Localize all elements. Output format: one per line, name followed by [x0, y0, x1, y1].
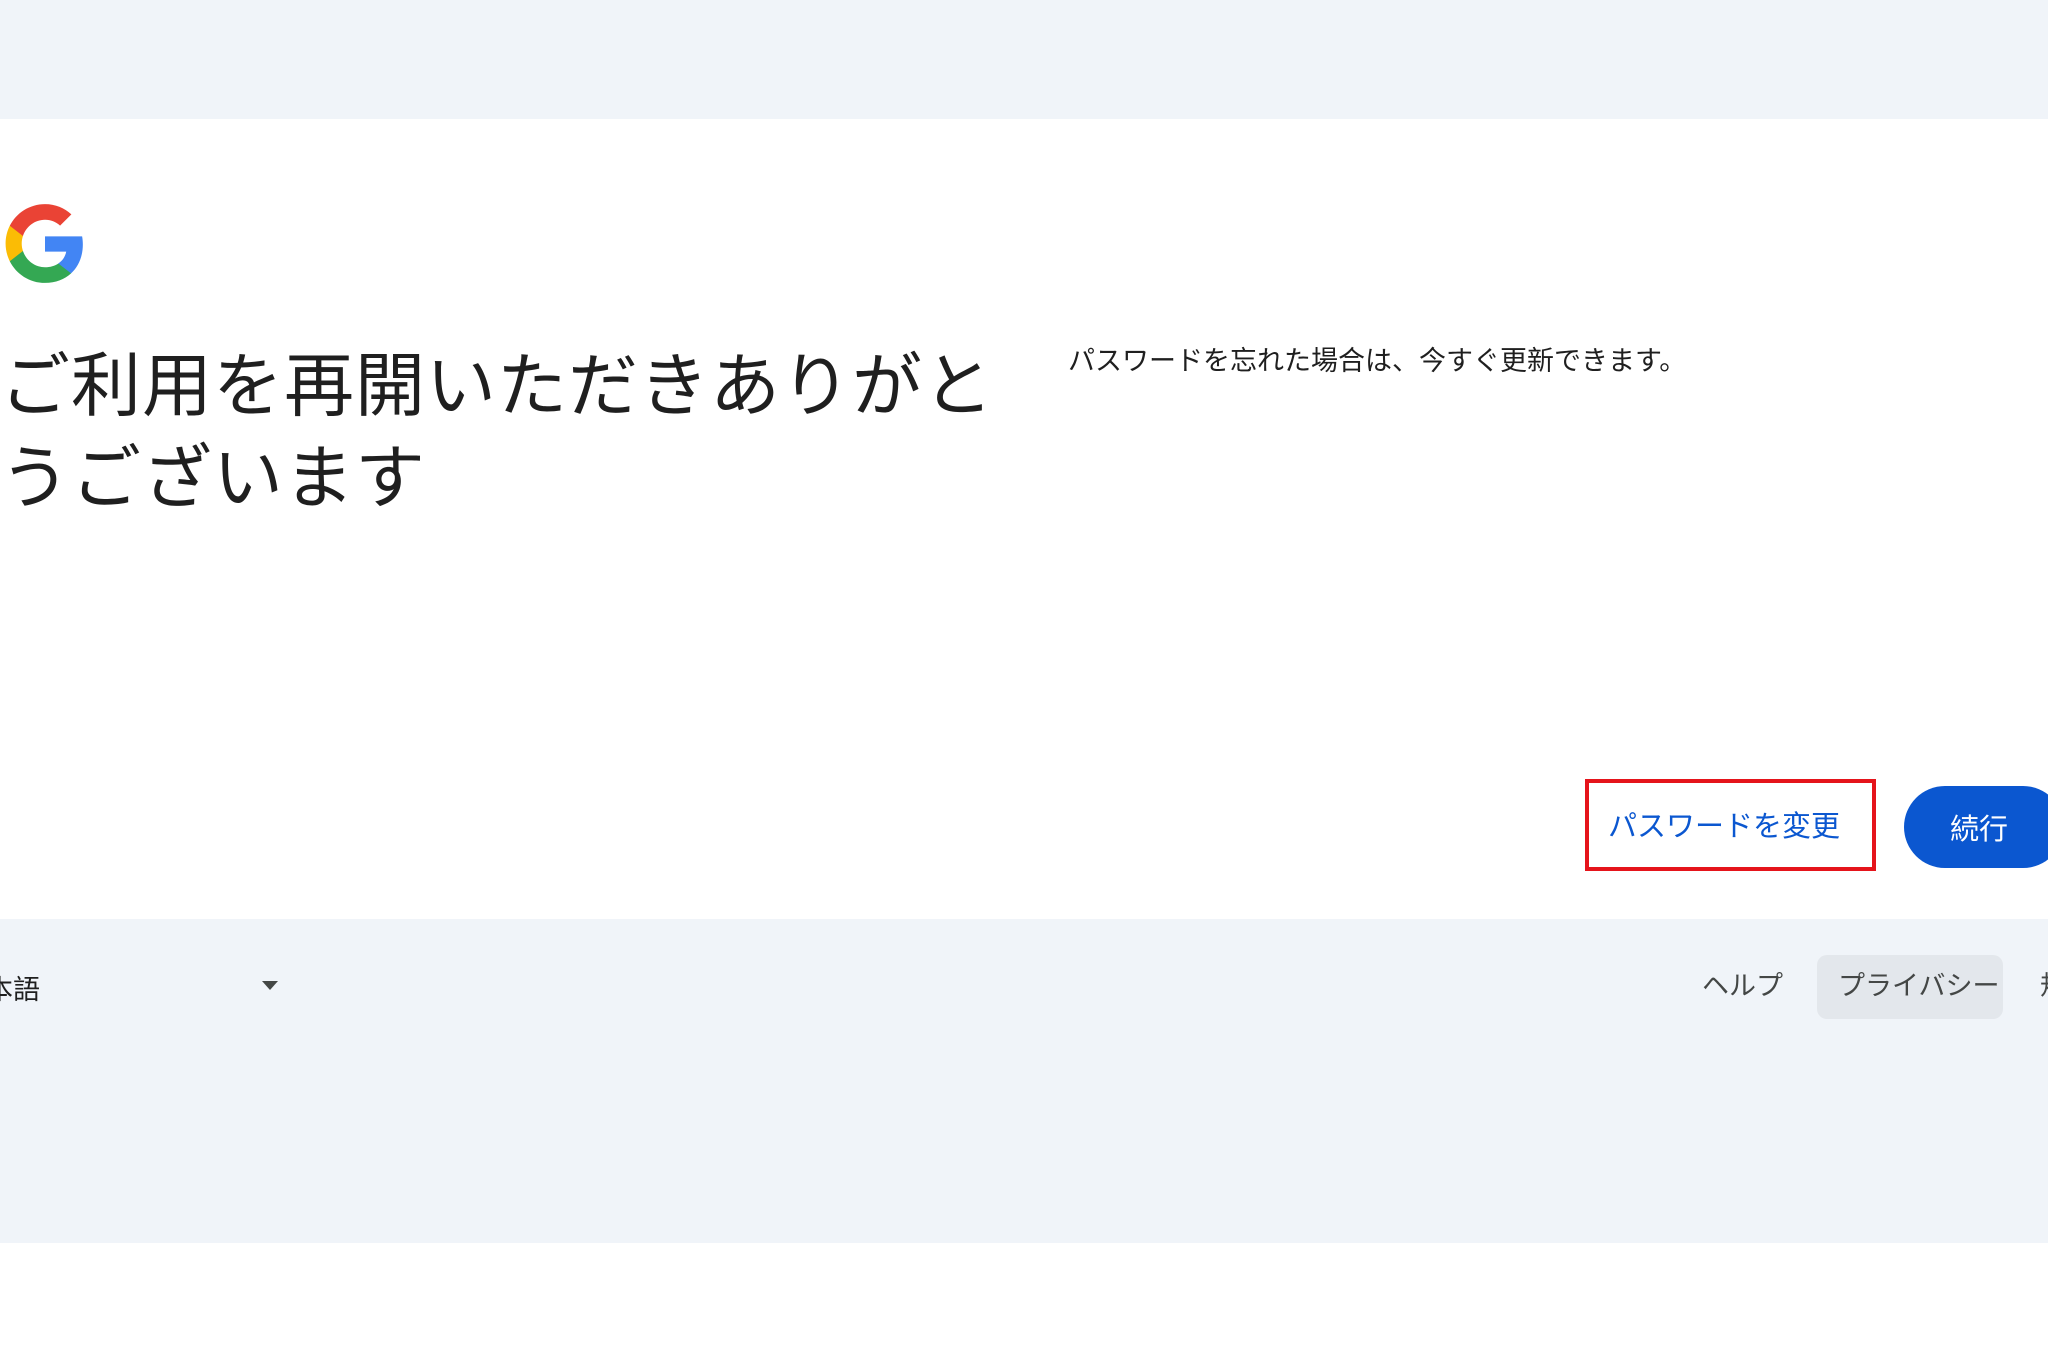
caret-down-icon — [262, 981, 278, 990]
footer-privacy-link[interactable]: プライバシー — [1817, 955, 2003, 1019]
footer-terms-link[interactable]: 規 — [2040, 955, 2048, 1019]
language-selector-label: 本語 — [0, 975, 40, 1006]
page-title: ご利用を再開いただきありがと うございます — [0, 340, 994, 524]
top-background-band — [0, 0, 2048, 119]
change-password-button[interactable]: パスワードを変更 — [1598, 791, 1863, 861]
footer-help-link[interactable]: ヘルプ — [1702, 955, 1792, 1019]
password-update-description: パスワードを忘れた場合は、今すぐ更新できます。 — [1068, 346, 1687, 377]
page-title-line-1: ご利用を再開いただきありがと — [0, 345, 994, 427]
google-logo-icon — [5, 204, 83, 283]
page-title-line-2: うございます — [0, 437, 426, 519]
bottom-white-band — [0, 1243, 2048, 1365]
continue-button[interactable]: 続行 — [1904, 786, 2048, 868]
language-selector[interactable]: 本語 — [0, 960, 286, 1010]
